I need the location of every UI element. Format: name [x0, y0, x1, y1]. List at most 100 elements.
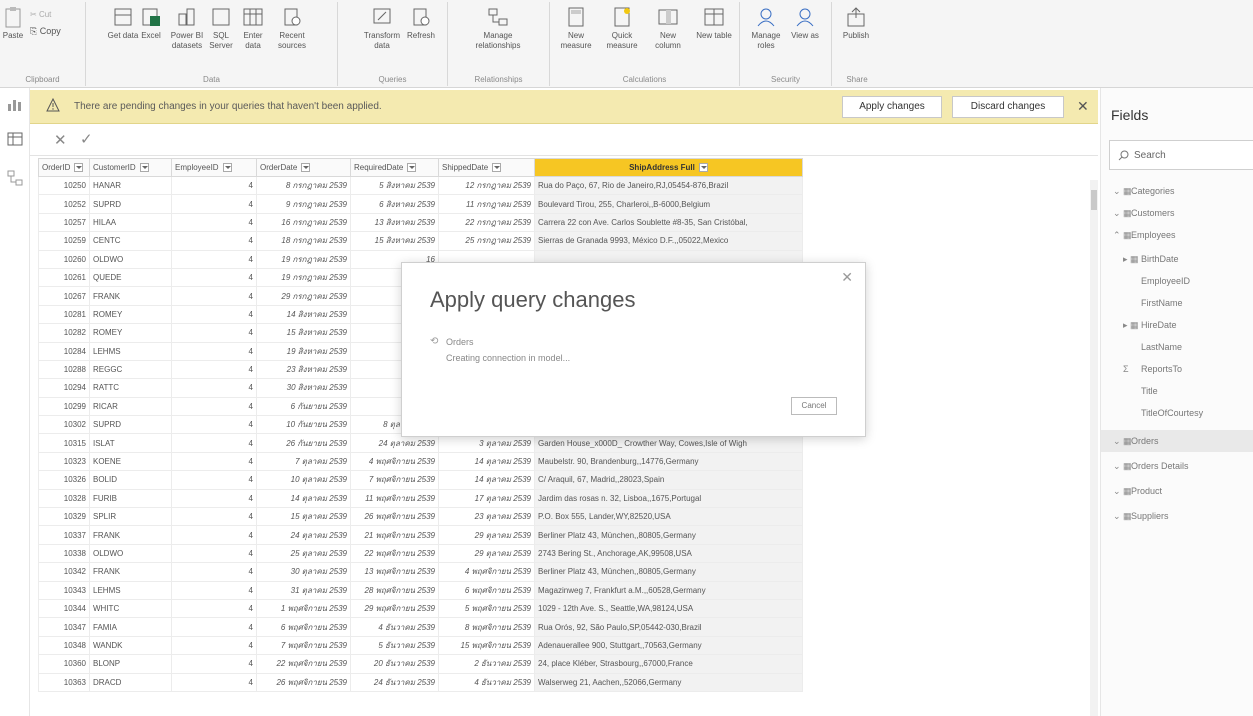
table-cell[interactable]: 22 พฤศจิกายน 2539 [256, 654, 351, 674]
table-cell[interactable]: Magazinweg 7, Frankfurt a.M.,,60528,Germ… [534, 580, 803, 600]
table-cell[interactable]: 10267 [38, 286, 90, 306]
field-item[interactable]: Title [1101, 380, 1253, 402]
table-cell[interactable]: 4 [171, 617, 257, 637]
table-row[interactable]: 10343 LEHMS 4 31 ตุลาคม 2539 28 พฤศจิกายน 25… [38, 580, 803, 600]
close-icon[interactable]: ✕ [841, 269, 853, 286]
table-cell[interactable]: 15 สิงหาคม 2539 [350, 231, 439, 251]
table-cell[interactable]: 1029 - 12th Ave. S., Seattle,WA,98124,US… [534, 598, 803, 619]
table-cell[interactable]: ISLAT [89, 433, 172, 453]
table-cell[interactable]: 12 กรกฎาคม 2539 [438, 175, 535, 196]
view-as-button[interactable]: View as [788, 6, 822, 41]
table-cell[interactable]: OLDWO [89, 543, 172, 564]
table-cell[interactable]: 10360 [38, 654, 90, 674]
table-cell[interactable]: 10347 [38, 617, 90, 637]
column-header[interactable]: RequiredDate [350, 158, 439, 177]
table-cell[interactable]: SUPRD [89, 415, 172, 435]
model-view-icon[interactable] [7, 170, 23, 186]
table-cell[interactable]: FRANK [89, 286, 172, 306]
table-cell[interactable]: 13 สิงหาคม 2539 [350, 212, 439, 233]
quick-measure-button[interactable]: Quick measure [602, 6, 642, 51]
table-cell[interactable]: 7 พฤศจิกายน 2539 [350, 470, 439, 490]
table-cell[interactable]: 29 พฤศจิกายน 2539 [350, 598, 439, 619]
table-cell[interactable]: 8 กรกฎาคม 2539 [256, 175, 351, 196]
table-row[interactable]: 10342 FRANK 4 30 ตุลาคม 2539 13 พฤศจิกายน 25… [38, 562, 803, 582]
table-cell[interactable]: 10328 [38, 488, 90, 509]
table-cell[interactable]: Berliner Platz 43, München,,80805,German… [534, 562, 803, 582]
table-cell[interactable]: 17 ตุลาคม 2539 [438, 488, 535, 509]
table-cell[interactable]: OLDWO [89, 249, 172, 269]
table-cell[interactable]: 10 ตุลาคม 2539 [256, 470, 351, 490]
table-cell[interactable]: 4 [171, 507, 257, 527]
table-cell[interactable]: Carrera 22 con Ave. Carlos Soublette #8-… [534, 212, 803, 233]
table-cell[interactable]: 4 พฤศจิกายน 2539 [438, 562, 535, 582]
table-cell[interactable]: KOENE [89, 451, 172, 472]
table-cell[interactable]: 4 [171, 488, 257, 509]
table-cell[interactable]: 6 กันยายน 2539 [256, 396, 351, 417]
table-item[interactable]: ⌄ ▦ Product [1101, 480, 1253, 502]
table-cell[interactable]: RICAR [89, 396, 172, 417]
table-cell[interactable]: 1 พฤศจิกายน 2539 [256, 598, 351, 619]
new-column-button[interactable]: New column [648, 6, 688, 51]
table-cell[interactable]: 5 ธันวาคม 2539 [350, 635, 439, 656]
filter-dropdown-icon[interactable] [407, 163, 417, 173]
column-header[interactable]: ShipAddress Full [534, 158, 803, 177]
sql-server-button[interactable]: SQL Server [206, 6, 236, 51]
table-cell[interactable]: LEHMS [89, 580, 172, 600]
table-cell[interactable]: DRACD [89, 672, 172, 692]
table-row[interactable]: 10250 HANAR 4 8 กรกฎาคม 2539 5 สิงหาคม 2539 1… [38, 175, 803, 196]
table-cell[interactable]: 10343 [38, 580, 90, 600]
field-item[interactable]: FirstName [1101, 292, 1253, 314]
table-cell[interactable]: 24 ตุลาคม 2539 [256, 525, 351, 545]
table-cell[interactable]: 30 ตุลาคม 2539 [256, 562, 351, 582]
manage-relationships-button[interactable]: Manage relationships [468, 6, 528, 51]
table-cell[interactable]: 19 สิงหาคม 2539 [256, 341, 351, 361]
table-cell[interactable]: 4 [171, 267, 257, 288]
table-cell[interactable]: 6 พฤศจิกายน 2539 [256, 617, 351, 637]
table-row[interactable]: 10360 BLONP 4 22 พฤศจิกายน 2539 20 ธันวาคม 2… [38, 654, 803, 674]
field-item[interactable]: EmployeeID [1101, 270, 1253, 292]
table-cell[interactable]: 10250 [38, 175, 90, 196]
table-cell[interactable]: 10259 [38, 231, 90, 251]
column-header[interactable]: OrderDate [256, 158, 351, 177]
table-cell[interactable]: 16 กรกฎาคม 2539 [256, 212, 351, 233]
filter-dropdown-icon[interactable] [492, 163, 502, 173]
table-cell[interactable]: ROMEY [89, 323, 172, 343]
table-row[interactable]: 10348 WANDK 4 7 พฤศจิกายน 2539 5 ธันวาคม 253… [38, 635, 803, 656]
table-cell[interactable]: 6 สิงหาคม 2539 [350, 194, 439, 214]
table-cell[interactable]: 2743 Bering St., Anchorage,AK,99508,USA [534, 543, 803, 564]
table-row[interactable]: 10326 BOLID 4 10 ตุลาคม 2539 7 พฤศจิกายน 253… [38, 470, 803, 490]
excel-button[interactable]: Excel [136, 6, 166, 41]
table-cell[interactable]: HILAA [89, 212, 172, 233]
table-cell[interactable]: 11 กรกฎาคม 2539 [438, 194, 535, 214]
table-cell[interactable]: 26 พฤศจิกายน 2539 [350, 507, 439, 527]
close-icon[interactable]: ✕ [1077, 98, 1089, 115]
table-cell[interactable]: 29 ตุลาคม 2539 [438, 543, 535, 564]
table-cell[interactable]: 7 ตุลาคม 2539 [256, 451, 351, 472]
table-cell[interactable]: 4 [171, 212, 257, 233]
column-header[interactable]: EmployeeID [171, 158, 257, 177]
filter-dropdown-icon[interactable] [301, 163, 311, 173]
table-cell[interactable]: 21 พฤศจิกายน 2539 [350, 525, 439, 545]
table-cell[interactable]: 18 กรกฎาคม 2539 [256, 231, 351, 251]
table-cell[interactable]: 4 [171, 451, 257, 472]
table-cell[interactable]: 5 สิงหาคม 2539 [350, 175, 439, 196]
table-cell[interactable]: 22 พฤศจิกายน 2539 [350, 543, 439, 564]
column-header[interactable]: ShippedDate [438, 158, 535, 177]
table-cell[interactable]: 4 [171, 231, 257, 251]
table-row[interactable]: 10329 SPLIR 4 15 ตุลาคม 2539 26 พฤศจิกายน 25… [38, 507, 803, 527]
grid-scrollbar[interactable] [1090, 180, 1098, 716]
table-cell[interactable]: QUEDE [89, 267, 172, 288]
filter-dropdown-icon[interactable] [222, 163, 232, 173]
cancel-button[interactable]: Cancel [791, 397, 837, 415]
table-cell[interactable]: 10260 [38, 249, 90, 269]
table-cell[interactable]: 10299 [38, 396, 90, 417]
table-cell[interactable]: 10337 [38, 525, 90, 545]
table-cell[interactable]: 19 กรกฎาคม 2539 [256, 267, 351, 288]
table-cell[interactable]: 10261 [38, 267, 90, 288]
table-cell[interactable]: Rua do Paço, 67, Rio de Janeiro,RJ,05454… [534, 175, 803, 196]
table-item[interactable]: ⌄ ▦ Suppliers [1101, 505, 1253, 527]
table-cell[interactable]: WHITC [89, 598, 172, 619]
table-cell[interactable]: 8 พฤศจิกายน 2539 [438, 617, 535, 637]
table-cell[interactable]: Walserweg 21, Aachen,,52066,Germany [534, 672, 803, 692]
table-cell[interactable]: 10344 [38, 598, 90, 619]
